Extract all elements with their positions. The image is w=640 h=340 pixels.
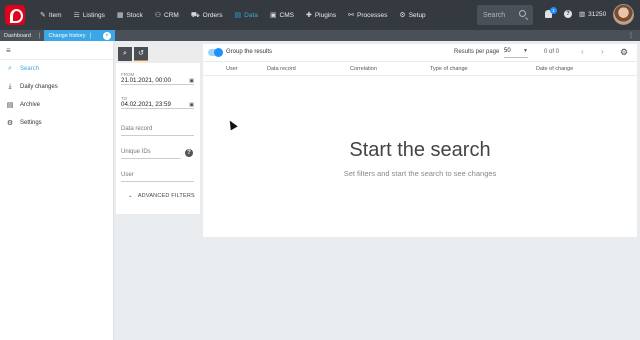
user-avatar[interactable]: [613, 4, 634, 25]
nav-item-orders[interactable]: ⛟ Orders: [185, 0, 229, 30]
tab-bar: Dashboard | Change history | × ⋮: [0, 30, 640, 41]
database-icon: ▤: [234, 12, 242, 19]
user-input[interactable]: User: [121, 172, 194, 182]
search-icon: ⌕: [123, 49, 127, 57]
close-tab-icon[interactable]: ×: [103, 31, 112, 40]
nav-item-listings[interactable]: ☰ Listings: [68, 0, 111, 30]
sidebar-item-settings[interactable]: ⚙ Settings: [0, 114, 113, 132]
nav-item-processes[interactable]: ⚯ Processes: [342, 0, 393, 30]
from-date-field[interactable]: FROM 21.01.2021, 00:00 ▣: [121, 72, 194, 85]
search-icon: [519, 10, 526, 17]
process-icon: ⚯: [348, 12, 355, 19]
calendar-icon[interactable]: ▣: [189, 102, 194, 108]
settings-icon: ⚙: [6, 120, 14, 127]
undo-icon: ↺: [138, 50, 144, 57]
search-button[interactable]: ⌕: [118, 46, 132, 61]
column-date-of-change[interactable]: Date of change: [536, 66, 573, 72]
nav-item-crm[interactable]: ⚇ CRM: [149, 0, 185, 30]
system-icon: ▥: [579, 11, 586, 18]
gear-icon: ⚙: [399, 12, 406, 19]
tag-icon: ✎: [40, 12, 46, 19]
nav-item-stock[interactable]: ▦ Stock: [111, 0, 149, 30]
global-search-input[interactable]: Search: [477, 5, 533, 25]
archive-icon: ▤: [6, 102, 14, 109]
chevron-left-icon[interactable]: ‹: [581, 47, 584, 56]
caret-down-icon: ▼: [523, 48, 528, 54]
logo-icon: [5, 5, 25, 25]
tab-dashboard[interactable]: Dashboard: [0, 30, 35, 41]
notification-badge: 1: [550, 7, 557, 14]
cart-icon: ⛟: [190, 11, 200, 19]
help-icon[interactable]: ?: [564, 10, 572, 18]
tab-change-history[interactable]: Change history | ×: [44, 30, 116, 41]
column-correlation[interactable]: Correlation: [350, 66, 377, 72]
help-icon[interactable]: ?: [185, 149, 193, 157]
nav-item-cms[interactable]: ▣ CMS: [264, 0, 300, 30]
results-toolbar: Group the results Results per page 50 ▼ …: [203, 44, 637, 62]
download-icon: ⤓: [8, 83, 12, 90]
app-logo[interactable]: [0, 0, 30, 30]
top-navigation: ✎ Item ☰ Listings ▦ Stock ⚇ CRM ⛟ Orders ▤ Dat…: [0, 0, 640, 30]
data-record-input[interactable]: Data record: [121, 126, 194, 136]
main-menu: ✎ Item ☰ Listings ▦ Stock ⚇ CRM ⛟ Orders ▤ Dat…: [34, 0, 432, 30]
tab-separator: |: [38, 32, 41, 39]
sidebar-item-search[interactable]: ⌕ Search: [0, 60, 113, 78]
nav-item-item[interactable]: ✎ Item: [34, 0, 68, 30]
results-per-page-select[interactable]: 50 ▼: [504, 48, 528, 58]
puzzle-icon: ✚: [305, 12, 312, 19]
to-date-field[interactable]: TO 04.02.2021, 23:59 ▣: [121, 96, 194, 109]
more-vertical-icon[interactable]: ⋮: [628, 32, 634, 39]
chevron-down-icon: ⌄: [128, 193, 133, 199]
nav-item-plugins[interactable]: ✚ Plugins: [300, 0, 342, 30]
chevron-right-icon[interactable]: ›: [601, 47, 604, 56]
sidebar: ≡ ⌕ Search ⤓ Daily changes ▤ Archive ⚙ Setti…: [0, 41, 114, 340]
column-user[interactable]: User: [226, 66, 238, 72]
advanced-filters-toggle[interactable]: ⌄ ADVANCED FILTERS: [128, 193, 195, 199]
table-header: User Data record Correlation Type of cha…: [203, 62, 637, 76]
sidebar-item-archive[interactable]: ▤ Archive: [0, 96, 113, 114]
empty-state-subtitle: Set filters and start the search to see …: [343, 169, 497, 178]
gear-icon[interactable]: ⚙: [620, 47, 628, 58]
group-results-toggle[interactable]: [208, 48, 223, 57]
crm-icon: ⚇: [154, 12, 162, 19]
sidebar-item-daily-changes[interactable]: ⤓ Daily changes: [0, 78, 113, 96]
filter-toolbar: ⌕ ↺: [116, 44, 200, 63]
cms-icon: ▣: [269, 12, 277, 19]
stock-icon: ▦: [116, 12, 124, 19]
unique-ids-input[interactable]: Unique IDs: [121, 149, 181, 159]
empty-state-title: Start the search: [349, 139, 491, 161]
search-icon: ⌕: [8, 65, 12, 72]
list-icon: ☰: [73, 12, 80, 19]
menu-icon[interactable]: ≡: [0, 41, 113, 60]
calendar-icon[interactable]: ▣: [189, 78, 194, 84]
filter-panel: ⌕ ↺ FROM 21.01.2021, 00:00 ▣ TO 04.02.202…: [116, 44, 200, 214]
column-data-record[interactable]: Data record: [267, 66, 296, 72]
account-id[interactable]: ▥ 31250: [579, 10, 606, 19]
nav-item-data[interactable]: ▤ Data: [229, 0, 264, 30]
results-panel: Group the results Results per page 50 ▼ …: [203, 44, 637, 237]
tab-separator: |: [89, 32, 92, 39]
reset-button[interactable]: ↺: [134, 46, 148, 61]
column-type-of-change[interactable]: Type of change: [430, 66, 468, 72]
nav-item-setup[interactable]: ⚙ Setup: [393, 0, 431, 30]
pagination-status: 0 of 0: [544, 49, 560, 55]
